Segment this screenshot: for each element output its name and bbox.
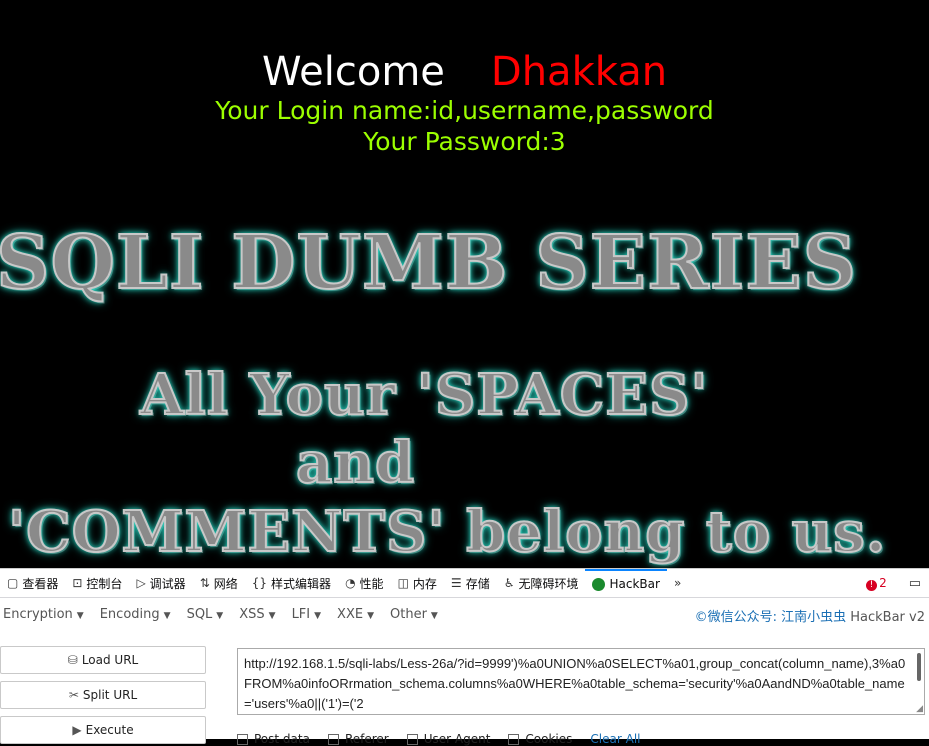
- tab-hackbar[interactable]: HackBar: [585, 569, 667, 597]
- load-icon: ⛁: [67, 653, 78, 667]
- tab-debugger[interactable]: ▷ 调试器: [129, 569, 192, 597]
- banner-line-2: and: [295, 429, 416, 497]
- hackbar-menu: Encryption ▼ Encoding ▼ SQL ▼ XSS ▼ LFI ▼ XXE…: [0, 598, 929, 631]
- referer-option[interactable]: Referer: [327, 732, 389, 746]
- banner-title: SQLI DUMB SERIES: [0, 219, 858, 307]
- devtools-tabbar: ▢ 查看器 ⊡ 控制台 ▷ 调试器 ⇅ 网络 {} 样式编辑器 ◔ 性能 ◫ 内存 ☰ 存储 ♿…: [0, 569, 929, 598]
- hackbar-icon: [592, 577, 606, 591]
- play-icon: ▶: [72, 723, 82, 737]
- checkbox[interactable]: [508, 733, 520, 745]
- tab-inspector[interactable]: ▢ 查看器: [0, 569, 65, 597]
- console-icon: ⊡: [72, 576, 83, 590]
- menu-encryption[interactable]: Encryption ▼: [0, 607, 93, 622]
- caret-down-icon: ▼: [76, 611, 84, 621]
- caret-down-icon: ▼: [314, 611, 322, 621]
- menu-encoding[interactable]: Encoding ▼: [97, 607, 180, 622]
- menu-lfi[interactable]: LFI ▼: [289, 607, 330, 622]
- user-agent-option[interactable]: User Agent: [406, 732, 490, 746]
- hackbar-brand: ©微信公众号: 江南小虫虫 HackBar v2: [694, 610, 925, 625]
- execute-button[interactable]: ▶ Execute: [0, 716, 206, 744]
- tab-style-editor[interactable]: {} 样式编辑器: [245, 569, 338, 597]
- checkbox[interactable]: [406, 733, 418, 745]
- welcome-heading: Welcome Dhakkan: [0, 48, 929, 96]
- resize-handle-icon[interactable]: ◢: [916, 704, 923, 713]
- tab-storage[interactable]: ☰ 存储: [444, 569, 497, 597]
- accessibility-icon: ♿: [503, 576, 515, 590]
- checkbox[interactable]: [237, 733, 248, 745]
- request-options: Post data Referer User Agent Cookies Cle…: [237, 732, 640, 746]
- menu-xxe[interactable]: XXE ▼: [334, 607, 383, 622]
- menu-sql[interactable]: SQL ▼: [184, 607, 233, 622]
- error-icon: !: [866, 579, 878, 591]
- devtools-toolbar-right: ! 2 ▭: [866, 569, 929, 597]
- inspector-icon: ▢: [7, 576, 19, 590]
- performance-icon: ◔: [345, 576, 356, 590]
- storage-icon: ☰: [450, 576, 462, 590]
- debugger-icon: ▷: [136, 576, 146, 590]
- user-name: Dhakkan: [490, 49, 668, 95]
- login-name-line: Your Login name:id,username,password: [215, 96, 714, 125]
- url-value: http://192.168.1.5/sqli-labs/Less-26a/?i…: [244, 656, 906, 711]
- split-url-button[interactable]: ✂ Split URL: [0, 681, 206, 709]
- welcome-text: Welcome: [261, 49, 445, 95]
- checkbox[interactable]: [327, 733, 339, 745]
- load-url-button[interactable]: ⛁ Load URL: [0, 646, 206, 674]
- caret-down-icon: ▼: [163, 611, 171, 621]
- cookies-option[interactable]: Cookies: [508, 732, 572, 746]
- url-textarea[interactable]: http://192.168.1.5/sqli-labs/Less-26a/?i…: [237, 648, 925, 715]
- more-tabs-button[interactable]: »: [667, 569, 692, 597]
- password-line: Your Password:3: [363, 127, 566, 156]
- devtools-panel: ▢ 查看器 ⊡ 控制台 ▷ 调试器 ⇅ 网络 {} 样式编辑器 ◔ 性能 ◫ 内存 ☰ 存储 ♿…: [0, 568, 929, 746]
- scissors-icon: ✂: [68, 688, 79, 702]
- menu-other[interactable]: Other ▼: [387, 607, 447, 622]
- banner-line-3: 'COMMENTS' belong to us.: [7, 498, 887, 566]
- chevron-double-right-icon: »: [673, 576, 682, 590]
- caret-down-icon: ▼: [430, 611, 438, 621]
- tab-accessibility[interactable]: ♿ 无障碍环境: [497, 569, 586, 597]
- error-count-badge[interactable]: ! 2: [866, 576, 887, 591]
- memory-icon: ◫: [397, 576, 409, 590]
- style-editor-icon: {}: [251, 576, 268, 590]
- tab-performance[interactable]: ◔ 性能: [338, 569, 391, 597]
- caret-down-icon: ▼: [268, 611, 276, 621]
- menu-xss[interactable]: XSS ▼: [236, 607, 284, 622]
- tab-memory[interactable]: ◫ 内存: [391, 569, 444, 597]
- banner-line-1: All Your 'SPACES': [139, 361, 709, 429]
- tab-console[interactable]: ⊡ 控制台: [65, 569, 129, 597]
- network-icon: ⇅: [199, 576, 210, 590]
- tab-network[interactable]: ⇅ 网络: [193, 569, 245, 597]
- post-data-option[interactable]: Post data: [237, 732, 310, 746]
- caret-down-icon: ▼: [367, 611, 374, 621]
- clear-all-link[interactable]: Clear All: [590, 732, 640, 746]
- responsive-design-icon[interactable]: ▭: [901, 576, 929, 591]
- web-page: Welcome Dhakkan Your Login name:id,userna…: [0, 0, 929, 568]
- caret-down-icon: ▼: [216, 611, 224, 621]
- textarea-scrollbar[interactable]: [917, 653, 921, 681]
